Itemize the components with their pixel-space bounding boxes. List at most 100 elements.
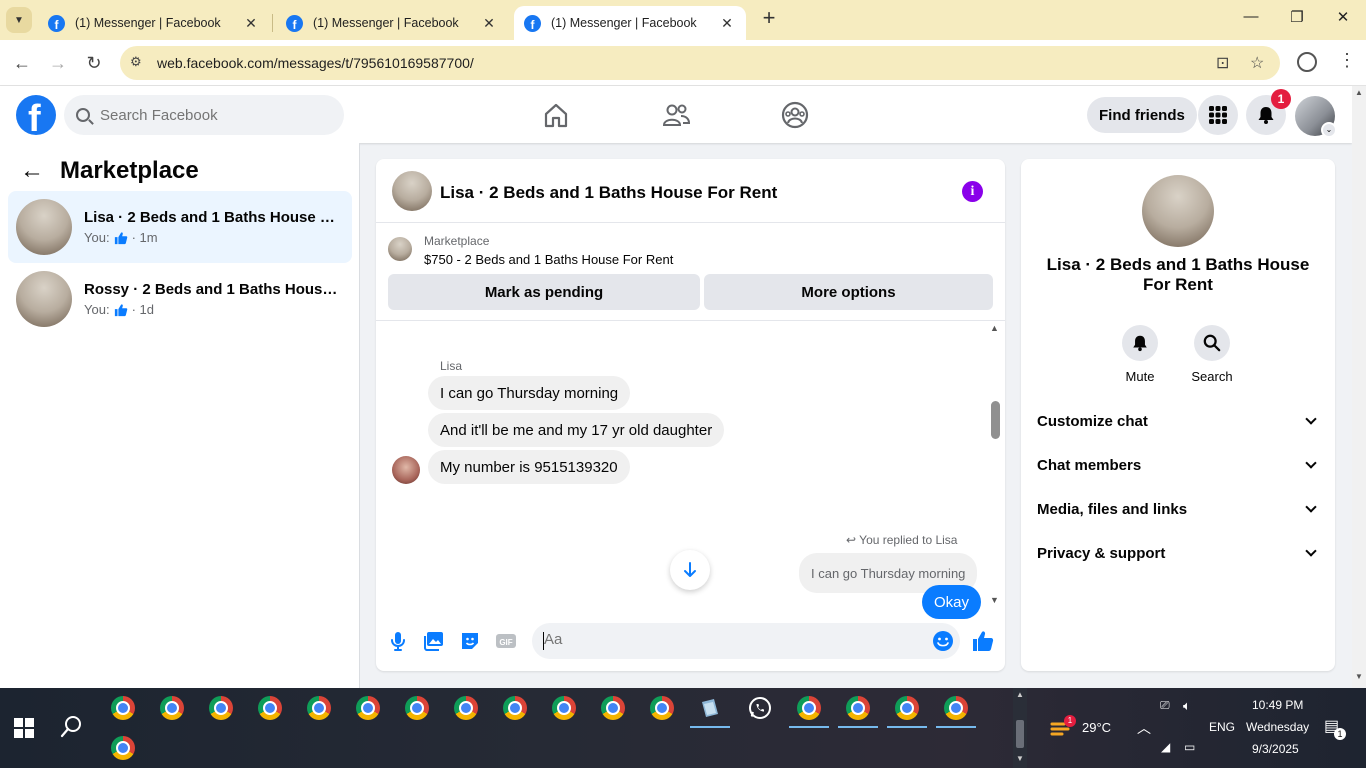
message-bubble[interactable]: My number is 9515139320 [428,450,630,484]
sticker-icon[interactable] [458,629,482,653]
message-input[interactable] [544,631,914,648]
home-icon[interactable] [541,100,571,130]
taskbar-search-icon[interactable] [60,714,84,738]
camera-icon[interactable]: ⎚ [1160,698,1170,713]
chrome-taskbar-icon[interactable] [552,696,576,720]
message-bubble[interactable]: And it'll be me and my 17 yr old daughte… [428,413,725,447]
address-bar[interactable]: ⚙ web.facebook.com/messages/t/7956101695… [120,46,1280,80]
tab-search-button[interactable]: ▼ [6,7,32,33]
sent-message-bubble[interactable]: Okay [922,585,982,619]
facebook-search[interactable] [64,95,344,135]
window-close-icon[interactable]: ✕ [1328,8,1358,32]
back-arrow-icon[interactable]: ← [20,157,44,185]
url-text[interactable]: web.facebook.com/messages/t/795610169587… [157,55,474,71]
search-input[interactable] [100,106,320,124]
chevron-up-icon[interactable]: ︿ [1137,718,1151,738]
customize-chat-row[interactable]: Customize chat [1037,401,1319,441]
minimize-icon[interactable]: — [1236,8,1266,32]
listing-thumbnail[interactable] [1142,175,1214,247]
chrome-taskbar-icon[interactable] [209,696,233,720]
scroll-to-bottom-button[interactable] [670,550,710,590]
mark-as-pending-button[interactable]: Mark as pending [388,274,700,310]
emoji-icon[interactable] [932,630,954,652]
close-tab-icon[interactable]: ✕ [242,15,260,32]
message-input-box[interactable] [532,623,960,659]
close-tab-icon[interactable]: ✕ [718,15,736,32]
file-explorer-icon[interactable] [698,696,722,720]
chrome-taskbar-icon[interactable] [454,696,478,720]
clock-date[interactable]: 9/3/2025 [1252,742,1299,756]
message-scrollbar[interactable]: ▲ ▼ [988,321,1002,611]
message-bubble[interactable]: I can go Thursday morning [428,376,631,410]
clock-time[interactable]: 10:49 PM [1252,698,1303,712]
scrollbar-thumb[interactable] [1016,720,1024,748]
new-tab-icon[interactable]: + [758,7,780,30]
scroll-down-arrow-icon[interactable]: ▼ [1355,672,1363,681]
find-friends-button[interactable]: Find friends [1087,97,1197,133]
scroll-up-arrow-icon[interactable]: ▲ [1016,690,1024,699]
back-arrow-icon[interactable]: ← [9,50,35,76]
browser-menu-icon[interactable]: ⋮ [1338,50,1356,71]
bookmark-star-icon[interactable]: ☆ [1250,53,1264,73]
chrome-taskbar-icon[interactable] [111,736,135,760]
scroll-up-arrow-icon[interactable]: ▲ [1355,88,1363,97]
info-icon[interactable]: i [962,181,983,202]
page-scrollbar[interactable]: ▲ ▼ [1352,86,1366,688]
scrollbar-thumb[interactable] [991,401,1000,439]
temperature[interactable]: 29°C [1082,720,1111,735]
microphone-icon[interactable] [386,629,410,653]
chrome-taskbar-icon[interactable] [356,696,380,720]
chrome-taskbar-icon[interactable] [601,696,625,720]
browser-tab[interactable]: f (1) Messenger | Facebook ✕ [38,6,270,40]
listing-title[interactable]: $750 - 2 Beds and 1 Baths House For Rent [424,252,673,267]
media-files-links-row[interactable]: Media, files and links [1037,489,1319,529]
chrome-taskbar-icon[interactable] [895,696,919,720]
listing-thumbnail[interactable] [388,237,412,261]
chevron-down-icon[interactable]: ⌄ [1321,122,1337,138]
listing-thumbnail[interactable] [392,171,432,211]
chrome-taskbar-icon[interactable] [307,696,331,720]
chrome-taskbar-icon[interactable] [846,696,870,720]
restore-icon[interactable]: ❐ [1282,8,1312,32]
browser-tab-active[interactable]: f (1) Messenger | Facebook ✕ [514,6,746,40]
menu-grid-button[interactable] [1198,95,1238,135]
chrome-taskbar-icon[interactable] [650,696,674,720]
chrome-taskbar-icon[interactable] [111,696,135,720]
conversation-item[interactable]: Rossy · 2 Beds and 1 Baths House F... Yo… [8,263,352,335]
speaker-icon[interactable]: 🔈︎ [1183,698,1191,714]
groups-icon[interactable] [780,100,810,130]
chrome-taskbar-icon[interactable] [160,696,184,720]
conversation-item[interactable]: Lisa · 2 Beds and 1 Baths House Fo... Yo… [8,191,352,263]
forward-arrow-icon[interactable]: → [45,50,71,76]
like-thumbs-up-icon[interactable] [971,629,995,653]
chrome-taskbar-icon[interactable] [258,696,282,720]
friends-icon[interactable] [661,100,691,130]
clock-day[interactable]: Wednesday [1246,720,1309,734]
language-indicator[interactable]: ENG [1209,720,1235,734]
windows-start-icon[interactable] [14,718,34,738]
battery-icon[interactable]: ▭ [1184,740,1195,754]
chat-members-row[interactable]: Chat members [1037,445,1319,485]
taskbar-scrollbar[interactable]: ▲ ▼ [1013,688,1027,768]
reload-icon[interactable]: ↻ [81,50,107,76]
wifi-icon[interactable]: ◢ [1161,740,1170,754]
scroll-down-arrow-icon[interactable]: ▼ [1016,754,1024,763]
install-app-icon[interactable]: ⊡ [1216,53,1229,73]
more-options-button[interactable]: More options [704,274,993,310]
site-info-icon[interactable]: ⚙ [130,54,142,70]
profile-icon[interactable] [1297,52,1317,72]
chrome-taskbar-icon[interactable] [503,696,527,720]
mute-action[interactable]: Mute [1110,325,1170,384]
privacy-support-row[interactable]: Privacy & support [1037,533,1319,573]
chrome-taskbar-icon[interactable] [797,696,821,720]
scroll-down-arrow-icon[interactable]: ▼ [990,595,999,605]
close-tab-icon[interactable]: ✕ [480,15,498,32]
chrome-taskbar-icon[interactable] [944,696,968,720]
gif-icon[interactable]: GIF [494,629,518,653]
sender-avatar[interactable] [392,456,420,484]
scroll-up-arrow-icon[interactable]: ▲ [990,323,999,333]
search-action[interactable]: Search [1182,325,1242,384]
facebook-logo-icon[interactable]: f [16,95,56,135]
browser-tab[interactable]: f (1) Messenger | Facebook ✕ [276,6,508,40]
chat-title[interactable]: Lisa · 2 Beds and 1 Baths House For Rent [440,183,777,203]
